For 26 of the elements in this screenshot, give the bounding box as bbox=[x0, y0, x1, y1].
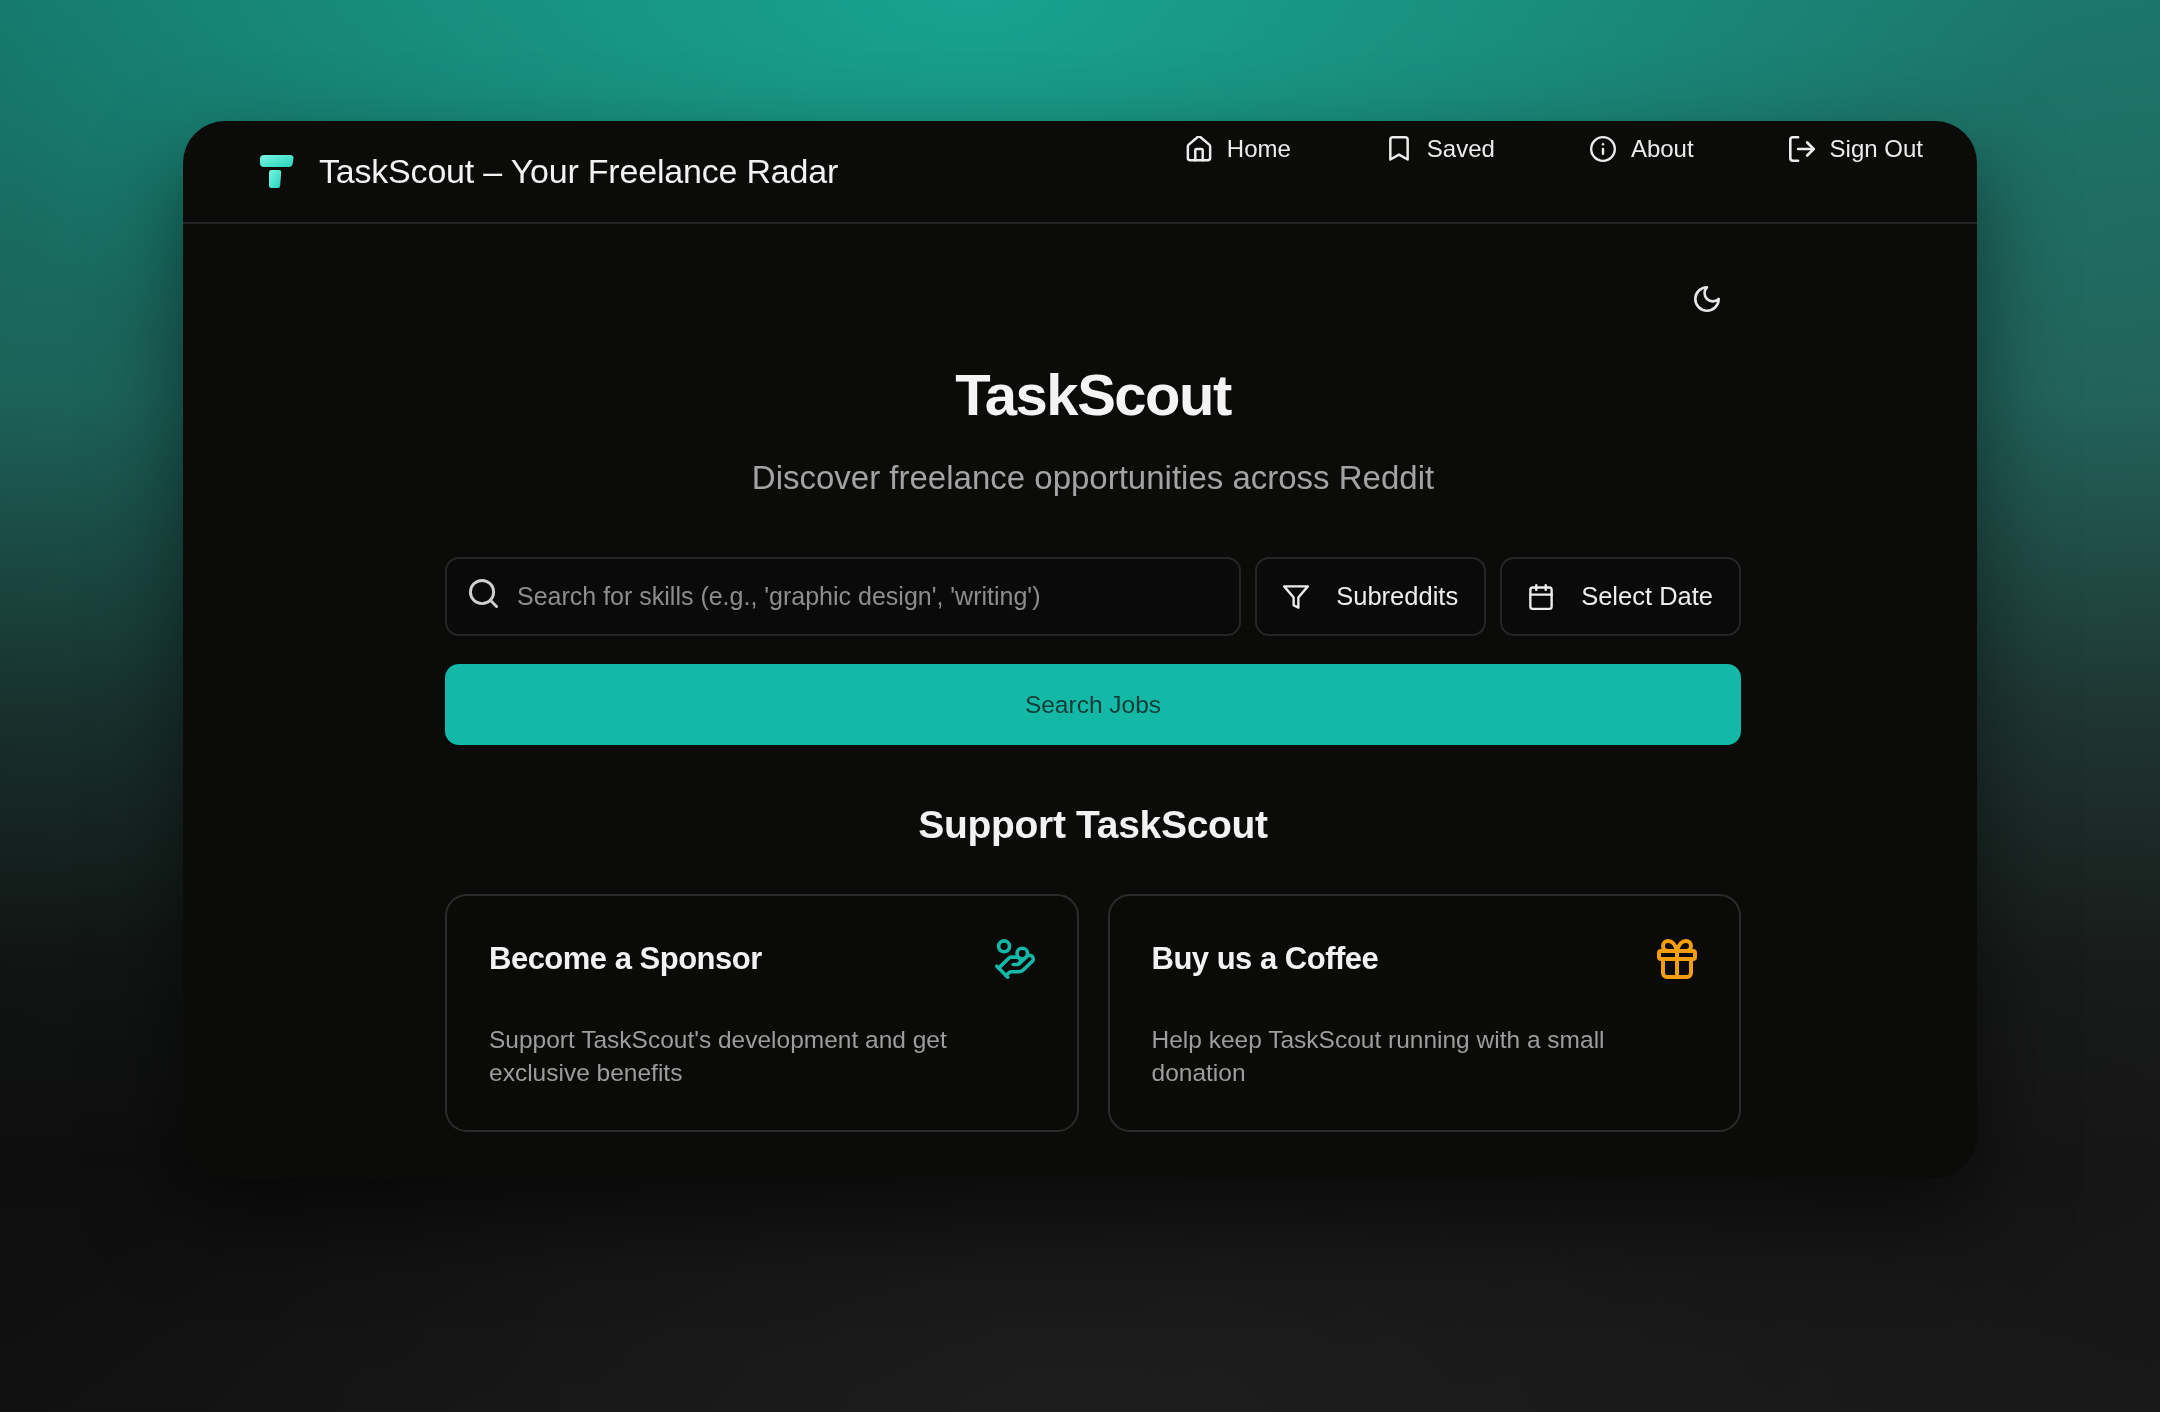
app-title: TaskScout – Your Freelance Radar bbox=[319, 152, 839, 191]
nav-link[interactable]: Sign Out bbox=[1788, 130, 1923, 168]
date-picker-button[interactable]: Select Date bbox=[1500, 557, 1741, 636]
search-field[interactable]: Search for skills (e.g., 'graphic design', 'writing') bbox=[445, 557, 1242, 636]
nav-link[interactable]: Saved bbox=[1385, 130, 1495, 168]
moon-icon[interactable] bbox=[1694, 286, 1720, 312]
card-title: Become a Sponsor bbox=[489, 940, 762, 978]
subreddit-filter-button[interactable]: Subreddits bbox=[1255, 557, 1487, 636]
nav-link[interactable]: Home bbox=[1185, 130, 1291, 168]
search-icon bbox=[469, 579, 498, 608]
section-title: Support TaskScout bbox=[917, 802, 1269, 848]
support-card[interactable]: Buy us a Coffee Help keep TaskScout running with a small donation bbox=[1107, 894, 1741, 1132]
home-icon bbox=[1185, 136, 1212, 162]
search-button[interactable]: Search Jobs bbox=[445, 664, 1741, 745]
support-card[interactable]: Become a Sponsor Support TaskScout's development and get exclusive benefits bbox=[445, 894, 1079, 1132]
sign-out-icon bbox=[1788, 136, 1815, 162]
page-subtitle: Discover freelance opportunities across Reddit bbox=[750, 458, 1436, 498]
calendar-icon bbox=[1528, 583, 1555, 610]
logo-icon bbox=[260, 155, 294, 188]
nav-link[interactable]: About bbox=[1589, 130, 1694, 168]
info-icon bbox=[1589, 136, 1616, 162]
card-title: Buy us a Coffee bbox=[1151, 940, 1379, 978]
card-description: Support TaskScout's development and get exclusive benefits bbox=[489, 1025, 948, 1088]
page-title: TaskScout bbox=[954, 361, 1233, 429]
card-description: Help keep TaskScout running with a small donation bbox=[1151, 1025, 1606, 1088]
filter-icon bbox=[1283, 583, 1310, 610]
